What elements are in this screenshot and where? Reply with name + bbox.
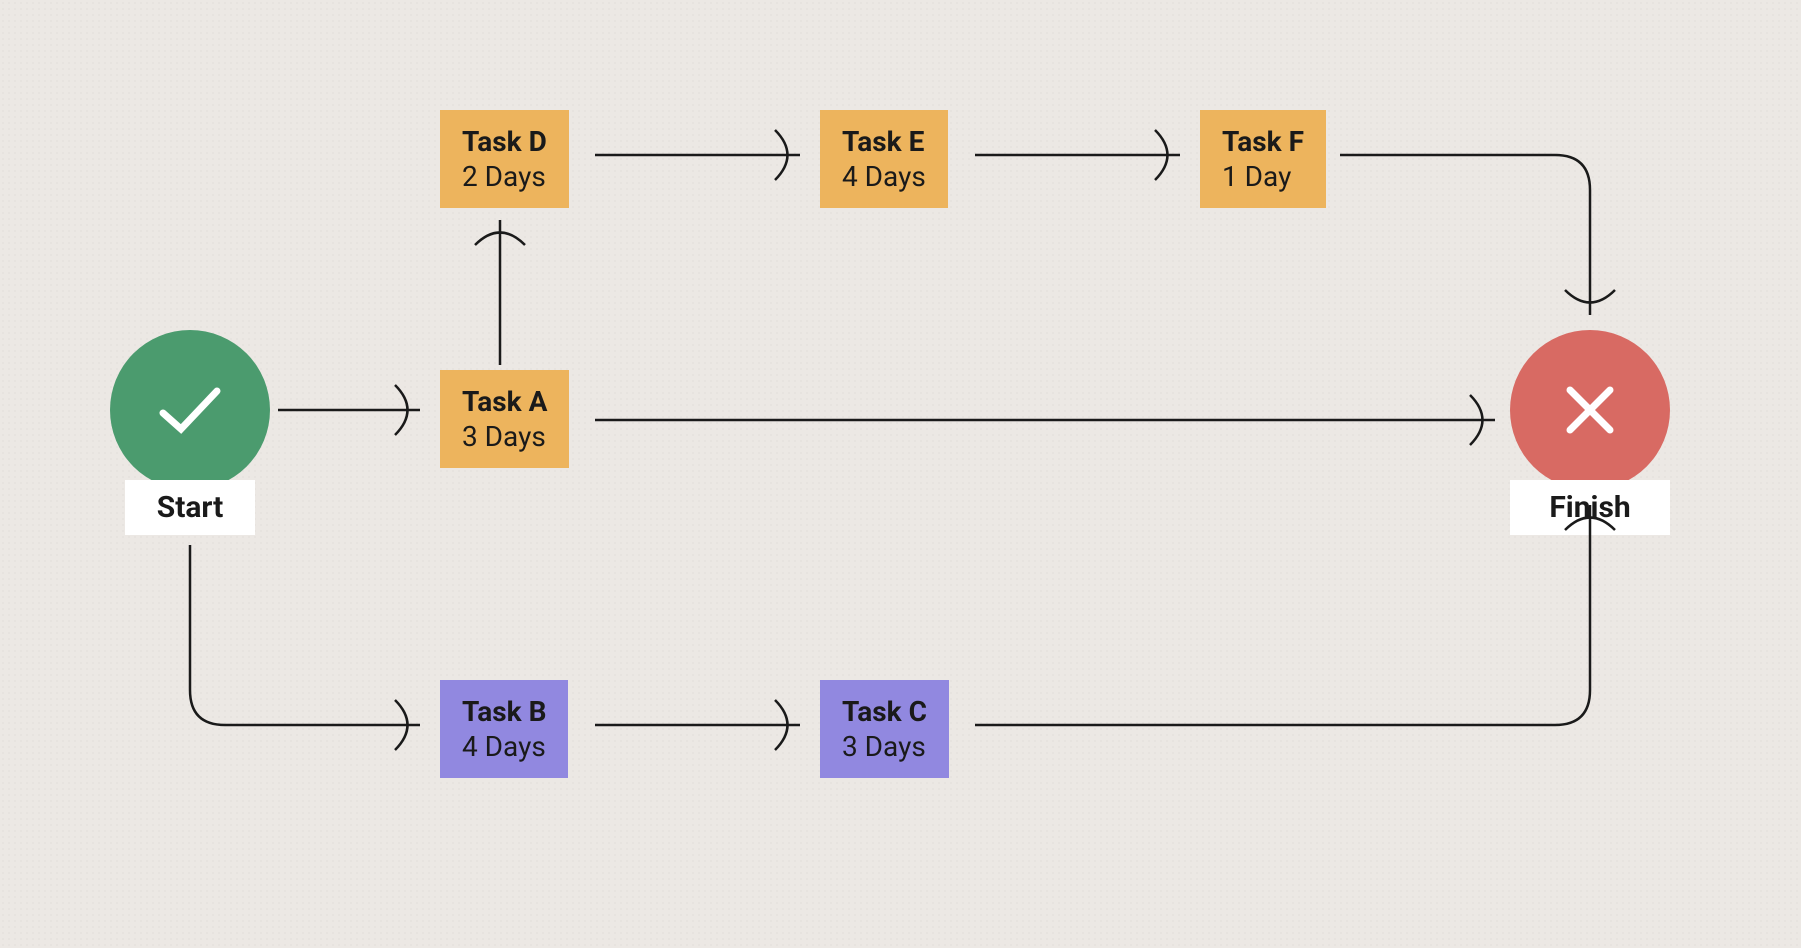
task-d-days: 2 Days: [462, 159, 547, 194]
task-d-title: Task D: [462, 124, 547, 159]
task-f: Task F 1 Day: [1200, 110, 1326, 208]
task-d: Task D 2 Days: [440, 110, 569, 208]
task-a-title: Task A: [462, 384, 547, 419]
task-e: Task E 4 Days: [820, 110, 948, 208]
arrow-c-to-finish: [975, 505, 1590, 725]
start-label: Start: [125, 480, 255, 535]
check-icon: [155, 383, 225, 438]
task-b-title: Task B: [462, 694, 546, 729]
task-f-title: Task F: [1222, 124, 1304, 159]
task-b-days: 4 Days: [462, 729, 546, 764]
finish-node: [1510, 330, 1670, 490]
task-a-days: 3 Days: [462, 419, 547, 454]
task-a: Task A 3 Days: [440, 370, 569, 468]
task-e-days: 4 Days: [842, 159, 926, 194]
x-icon: [1560, 380, 1620, 440]
arrow-start-to-b: [190, 545, 420, 725]
task-c: Task C 3 Days: [820, 680, 949, 778]
start-node: [110, 330, 270, 490]
arrow-f-to-finish: [1340, 155, 1590, 315]
task-f-days: 1 Day: [1222, 159, 1304, 194]
finish-label: Finish: [1510, 480, 1670, 535]
task-c-title: Task C: [842, 694, 927, 729]
task-c-days: 3 Days: [842, 729, 927, 764]
task-b: Task B 4 Days: [440, 680, 568, 778]
task-e-title: Task E: [842, 124, 926, 159]
